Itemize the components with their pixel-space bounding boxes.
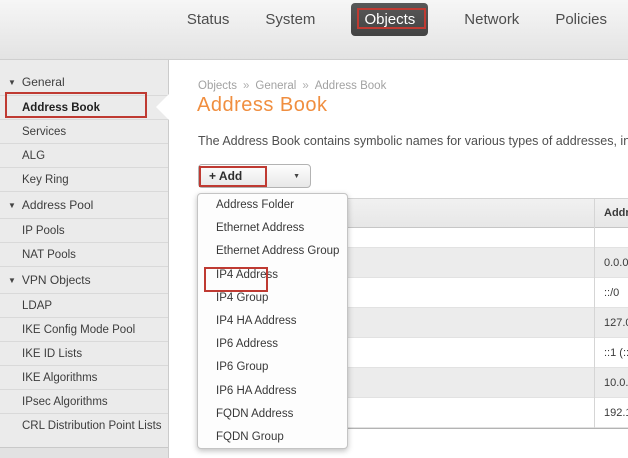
app-window: Status System Objects Network Policies ▼… (0, 0, 628, 458)
breadcrumb-general[interactable]: General (255, 80, 296, 92)
cell-address: ::1 (::2 (604, 347, 628, 359)
cell-address: 0.0.0.0 (604, 257, 628, 269)
collapse-triangle-icon: ▼ (8, 201, 16, 210)
sidebar-section-label: General (21, 75, 65, 89)
nav-tab-policies[interactable]: Policies (555, 11, 607, 28)
collapse-triangle-icon: ▼ (8, 78, 16, 87)
sidebar-item-alg[interactable]: ALG (0, 144, 168, 168)
sidebar-footer-strip (0, 447, 168, 458)
nav-tab-network[interactable]: Network (464, 11, 519, 28)
menu-item-ip6-ha-address[interactable]: IP6 HA Address (198, 380, 347, 403)
sidebar-section-general[interactable]: ▼ General (0, 69, 168, 96)
sidebar-item-ldap[interactable]: LDAP (0, 294, 168, 318)
nav-tab-status[interactable]: Status (187, 11, 230, 28)
breadcrumb-current: Address Book (314, 80, 387, 92)
breadcrumb-objects[interactable]: Objects (198, 80, 237, 92)
menu-item-ip6-address[interactable]: IP6 Address (198, 333, 347, 356)
sidebar-item-services[interactable]: Services (0, 120, 168, 144)
add-dropdown-menu: Address Folder Ethernet Address Ethernet… (197, 193, 348, 449)
nav-tab-system[interactable]: System (265, 11, 315, 28)
main-nav: Status System Objects Network Policies (187, 2, 607, 36)
menu-item-ethernet-address-group[interactable]: Ethernet Address Group (198, 240, 347, 263)
menu-item-fqdn-group[interactable]: FQDN Group (198, 426, 347, 448)
cell-address: 192.16 (604, 407, 628, 419)
page-description: The Address Book contains symbolic names… (198, 134, 628, 148)
sidebar-item-crl-distribution-point-lists[interactable]: CRL Distribution Point Lists (0, 414, 168, 438)
sidebar-item-ike-id-lists[interactable]: IKE ID Lists (0, 342, 168, 366)
page-title: Address Book (197, 94, 328, 116)
cell-address: 10.0.0 (604, 377, 628, 389)
sidebar-section-vpn-objects[interactable]: ▼ VPN Objects (0, 267, 168, 294)
breadcrumb-separator: » (243, 80, 250, 92)
menu-item-ethernet-address[interactable]: Ethernet Address (198, 217, 347, 240)
cell-address: ::/0 (604, 287, 620, 299)
main-content: Objects » General » Address Book Address Boo… (170, 60, 628, 458)
sidebar-item-key-ring[interactable]: Key Ring (0, 168, 168, 192)
menu-item-ip4-ha-address[interactable]: IP4 HA Address (198, 310, 347, 333)
column-header-address: Address (604, 207, 628, 219)
sidebar-item-ipsec-algorithms[interactable]: IPsec Algorithms (0, 390, 168, 414)
top-navbar: Status System Objects Network Policies (0, 0, 628, 60)
sidebar: ▼ General Address Book Services ALG Key R… (0, 60, 169, 458)
add-button-label: + Add (209, 169, 243, 183)
menu-item-ip4-address[interactable]: IP4 Address (198, 264, 347, 287)
sidebar-section-label: VPN Objects (21, 273, 91, 287)
selected-item-notch (156, 93, 170, 121)
sidebar-item-address-book[interactable]: Address Book (0, 96, 168, 120)
sidebar-item-ike-algorithms[interactable]: IKE Algorithms (0, 366, 168, 390)
breadcrumb: Objects » General » Address Book (198, 80, 386, 92)
sidebar-item-nat-pools[interactable]: NAT Pools (0, 243, 168, 267)
sidebar-item-ike-config-mode-pool[interactable]: IKE Config Mode Pool (0, 318, 168, 342)
breadcrumb-separator: » (302, 80, 309, 92)
chevron-down-icon: ▼ (293, 172, 300, 180)
menu-item-address-folder[interactable]: Address Folder (198, 194, 347, 217)
sidebar-section-label: Address Pool (21, 198, 94, 212)
sidebar-section-address-pool[interactable]: ▼ Address Pool (0, 192, 168, 219)
add-button[interactable]: + Add ▼ (198, 164, 311, 188)
menu-item-ip4-group[interactable]: IP4 Group (198, 287, 347, 310)
sidebar-item-ip-pools[interactable]: IP Pools (0, 219, 168, 243)
cell-address: 127.0.0 (604, 317, 628, 329)
column-divider (594, 199, 595, 428)
nav-tab-objects[interactable]: Objects (351, 2, 429, 36)
menu-item-fqdn-address[interactable]: FQDN Address (198, 403, 347, 426)
menu-item-ip6-group[interactable]: IP6 Group (198, 356, 347, 379)
collapse-triangle-icon: ▼ (8, 276, 16, 285)
